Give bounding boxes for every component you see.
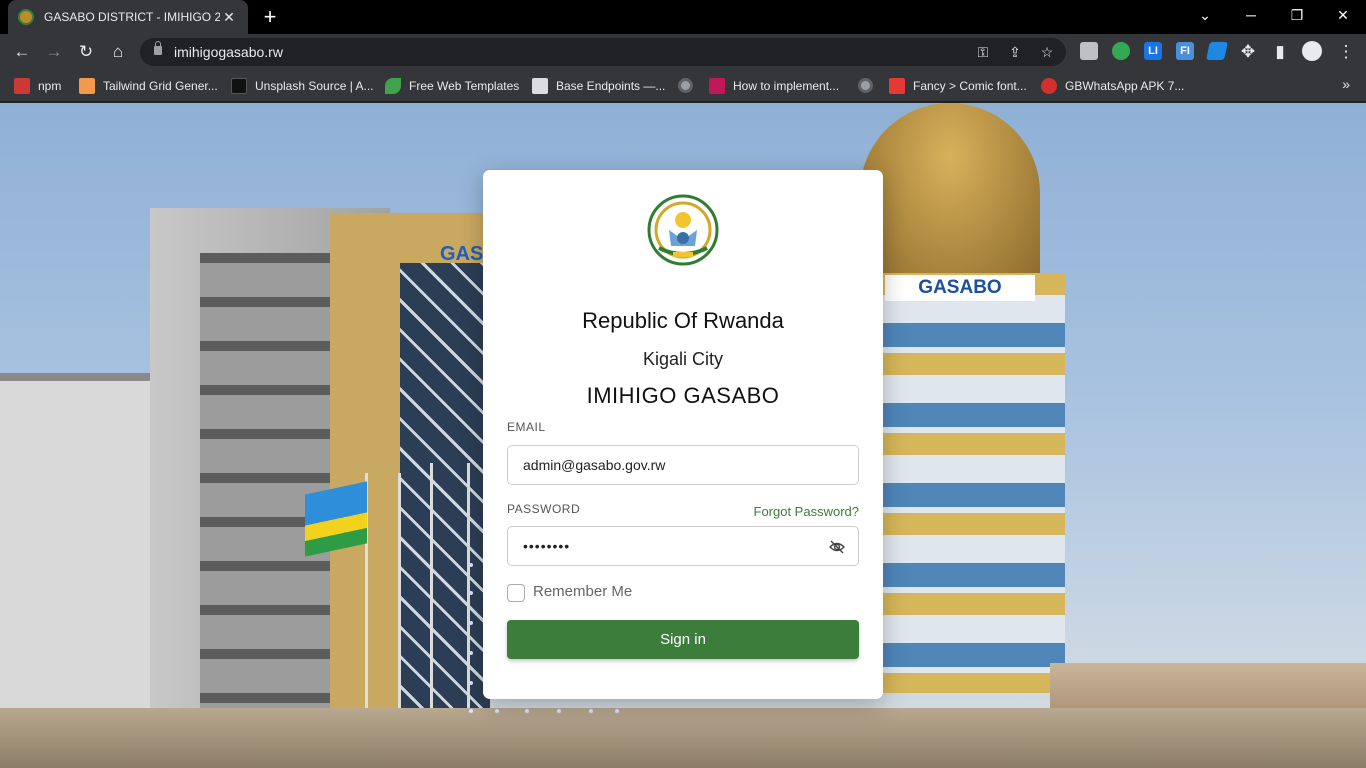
globe-icon[interactable] [678,78,693,93]
sign-in-button[interactable]: Sign in [507,620,859,659]
minimize-button[interactable]: ─ [1228,0,1274,30]
email-field[interactable]: admin@gasabo.gov.rw [507,445,859,485]
forgot-password-link[interactable]: Forgot Password? [754,504,860,519]
tab-title: GASABO DISTRICT - IMIHIGO 2023 [44,10,220,24]
email-label: EMAIL [507,420,546,434]
password-field[interactable]: •••••••• [507,526,859,566]
bookmark-label: Unsplash Source | A... [255,79,374,93]
unsplash-icon [231,78,247,94]
leaf-icon [385,78,401,94]
extension-li-icon[interactable]: LI [1144,42,1162,60]
remember-me-label[interactable]: Remember Me [533,583,632,600]
remember-me-checkbox[interactable] [507,584,525,602]
browser-titlebar: GASABO DISTRICT - IMIHIGO 2023 ✕ + ⌄ ─ ❐… [0,0,1366,34]
profile-avatar[interactable] [1302,41,1322,61]
email-value[interactable]: admin@gasabo.gov.rw [523,457,665,473]
page-title: Republic Of Rwanda [582,308,784,333]
extensions-puzzle-icon[interactable]: ✥ [1236,40,1260,64]
tab-favicon-icon [18,9,34,25]
extension-fi-icon[interactable]: FI [1176,42,1194,60]
menu-dots-icon[interactable]: ⋮ [1334,40,1358,64]
share-icon[interactable]: ⇪ [1006,43,1024,61]
lock-icon[interactable] [154,41,162,55]
bookmark-tailwind[interactable]: Tailwind Grid Gener... [79,77,218,95]
bookmark-label: Base Endpoints —... [556,79,666,93]
bookmarks-bar: npm Tailwind Grid Gener... Unsplash Sour… [0,70,1366,102]
toggle-password-visibility-icon[interactable] [828,538,846,556]
back-arrow-icon[interactable]: ← [10,40,34,64]
bookmark-label: Free Web Templates [409,79,520,93]
background-tower-body [880,273,1065,693]
side-panel-icon[interactable]: ▮ [1268,40,1292,64]
fancy-font-icon [889,78,905,94]
login-card: Republic Of Rwanda Kigali City IMIHIGO G… [483,170,883,699]
page-subtitle: Kigali City [642,349,724,369]
tailwind-grid-icon [79,78,95,94]
bookmark-label: npm [38,79,62,93]
bookmark-gbwhatsapp[interactable]: GBWhatsApp APK 7... [1041,77,1184,95]
address-bar[interactable]: imihigogasabo.rw ⚿ ⇪ ☆ [140,38,1066,66]
key-icon[interactable]: ⚿ [974,43,992,61]
password-value[interactable]: •••••••• [523,538,570,554]
bookmark-label: How to implement... [733,79,840,93]
bookmark-label: GBWhatsApp APK 7... [1065,79,1185,93]
home-icon[interactable]: ⌂ [106,40,130,64]
browser-toolbar: ← → ↻ ⌂ imihigogasabo.rw ⚿ ⇪ ☆ LI FI ✥ ▮… [0,34,1366,70]
gbwhatsapp-icon [1041,78,1057,94]
rwanda-emblem-icon [647,194,719,266]
extension-bird-icon[interactable] [1206,42,1228,60]
npm-icon [14,78,30,94]
browser-tab[interactable]: GASABO DISTRICT - IMIHIGO 2023 ✕ [8,0,248,34]
building-sign-right: GASABO [885,275,1035,301]
bookmark-free-web-templates[interactable]: Free Web Templates [385,77,519,95]
close-window-button[interactable]: ✕ [1320,0,1366,30]
bookmark-how-to-implement[interactable]: How to implement... [709,77,839,95]
background-tower-dome [860,103,1040,283]
background-ground [0,708,1366,768]
app-heading: IMIHIGO GASABO [586,383,780,408]
bookmark-base-endpoints[interactable]: Base Endpoints —... [532,77,665,95]
bookmark-fancy-font[interactable]: Fancy > Comic font... [889,77,1027,95]
tab-search-icon[interactable]: ⌄ [1182,0,1228,30]
new-tab-button[interactable]: + [258,4,282,30]
bookmark-star-icon[interactable]: ☆ [1038,43,1056,61]
globe-icon[interactable] [858,78,873,93]
forward-arrow-icon[interactable]: → [42,40,66,64]
bookmark-label: Fancy > Comic font... [913,79,1027,93]
site-icon [709,78,725,94]
bookmark-unsplash[interactable]: Unsplash Source | A... [231,77,374,95]
extension-2-icon[interactable] [1112,42,1130,60]
extension-1-icon[interactable] [1080,42,1098,60]
password-label: PASSWORD [507,502,581,516]
building-sign-left: GAS [440,243,484,265]
rwanda-flag [305,481,367,557]
bookmark-npm[interactable]: npm [14,77,61,95]
tab-close-icon[interactable]: ✕ [220,9,238,26]
more-bookmarks-icon[interactable]: » [1342,76,1350,92]
bookmark-label: Tailwind Grid Gener... [103,79,218,93]
document-icon [532,78,548,94]
reload-icon[interactable]: ↻ [74,40,98,64]
maximize-button[interactable]: ❐ [1274,0,1320,30]
url-text[interactable]: imihigogasabo.rw [174,44,283,60]
